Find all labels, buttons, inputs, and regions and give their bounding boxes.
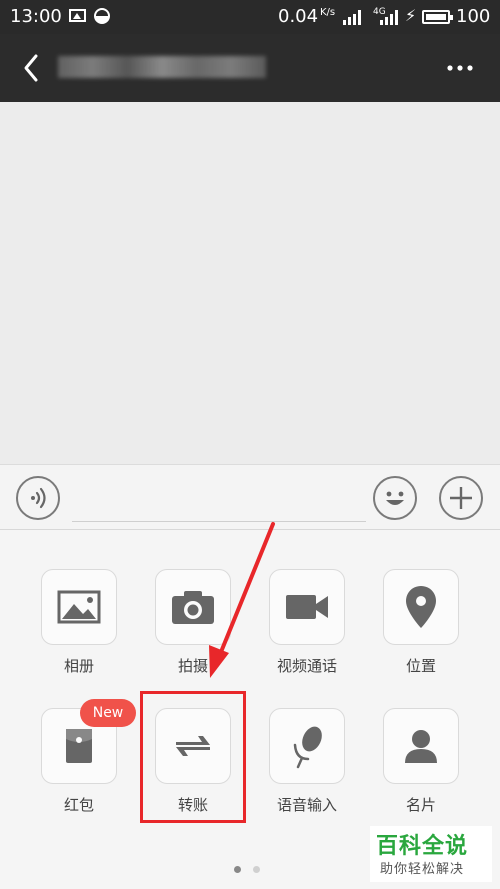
more-horizontal-icon[interactable]: [440, 50, 480, 86]
app-label: 位置: [405, 657, 436, 675]
album-icon[interactable]: [41, 569, 117, 645]
charging-icon: ⚡: [405, 6, 417, 25]
status-time: 13:00: [10, 6, 62, 27]
transfer-highlight-box: [140, 691, 246, 823]
app-label: 拍摄: [177, 657, 208, 675]
contact-card-icon[interactable]: [383, 708, 459, 784]
signal-4g-icon: [380, 9, 402, 25]
chat-messages-area[interactable]: [0, 102, 500, 464]
input-bar: [0, 464, 500, 530]
network-speed-unit: K/s: [320, 7, 336, 18]
app-label: 红包: [63, 796, 94, 814]
app-label: 语音输入: [276, 796, 337, 814]
video-call-icon[interactable]: [269, 569, 345, 645]
page-dot[interactable]: [253, 866, 260, 873]
data-saver-icon: [94, 8, 110, 24]
new-badge: New: [80, 699, 136, 727]
message-input[interactable]: [72, 477, 366, 522]
network-speed: 0.04: [278, 6, 319, 27]
watermark: 百科全说 助你轻松解决: [370, 826, 492, 882]
watermark-subtitle: 助你轻松解决: [380, 862, 465, 877]
app-album[interactable]: 相册: [39, 569, 119, 676]
battery-icon: [422, 10, 453, 24]
chat-header: [0, 34, 500, 102]
app-location[interactable]: 位置: [381, 569, 461, 676]
chat-title-blurred: [58, 56, 266, 78]
app-video-call[interactable]: 视频通话: [267, 569, 347, 676]
app-contact-card[interactable]: 名片: [381, 708, 461, 815]
plus-icon[interactable]: [439, 476, 483, 520]
emoji-icon[interactable]: [373, 476, 417, 520]
app-voice-input[interactable]: 语音输入: [267, 708, 347, 815]
chevron-left-icon[interactable]: [14, 48, 54, 88]
page-dot-active[interactable]: [234, 866, 241, 873]
voice-icon[interactable]: [16, 476, 60, 520]
app-label: 视频通话: [276, 657, 337, 675]
app-label: 名片: [405, 796, 436, 814]
signal-icon: [343, 9, 365, 25]
camera-icon[interactable]: [155, 569, 231, 645]
microphone-icon[interactable]: [269, 708, 345, 784]
page-indicator: [234, 858, 272, 877]
app-label: 相册: [63, 657, 94, 675]
battery-level: 100: [456, 6, 491, 27]
watermark-title: 百科全说: [376, 834, 469, 859]
image-notification-icon: [69, 9, 86, 22]
app-camera[interactable]: 拍摄: [153, 569, 233, 676]
location-icon[interactable]: [383, 569, 459, 645]
status-bar: 13:00 0.04 K/s 4G ⚡ 100: [0, 0, 500, 34]
